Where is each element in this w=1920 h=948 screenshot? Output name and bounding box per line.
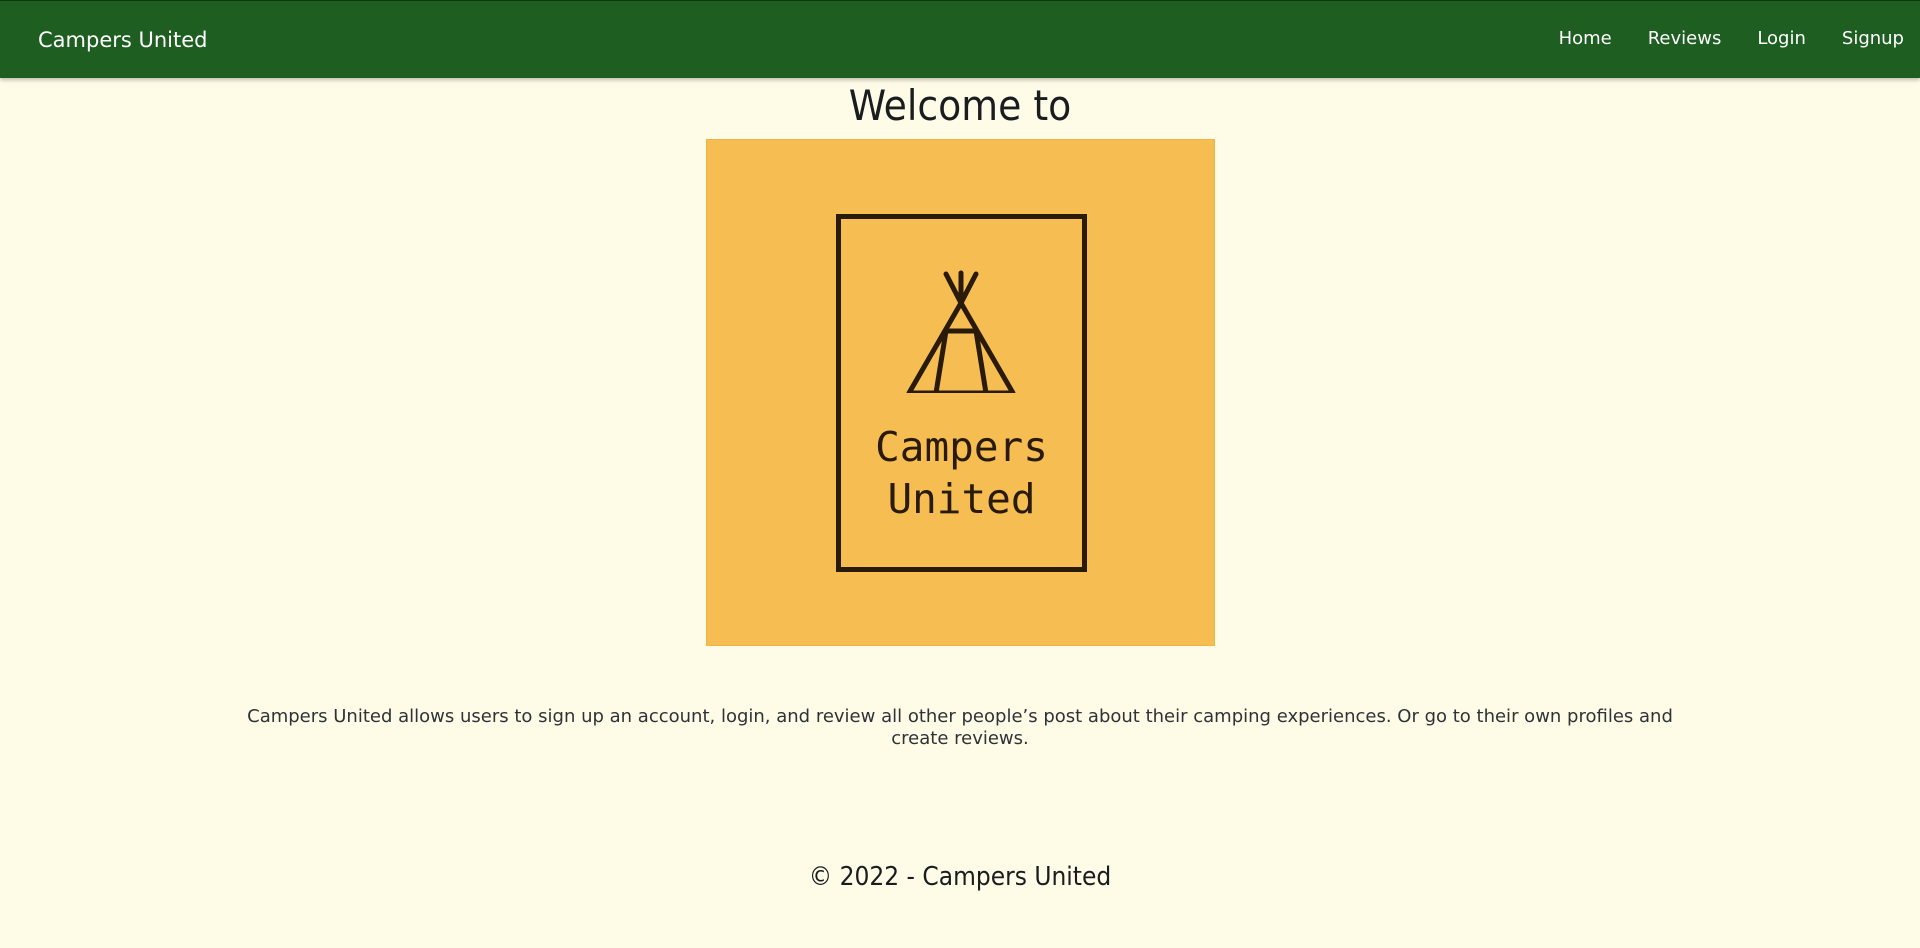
- nav-links: Home Reviews Login Signup: [1541, 27, 1904, 51]
- logo-text-line2: United: [887, 475, 1036, 523]
- nav-link-reviews[interactable]: Reviews: [1630, 27, 1740, 51]
- nav-link-login[interactable]: Login: [1739, 27, 1824, 51]
- logo-text-line1: Campers: [875, 423, 1048, 471]
- teepee-icon: [906, 270, 1016, 393]
- logo-frame: Campers United: [836, 214, 1087, 572]
- nav-link-home[interactable]: Home: [1541, 27, 1630, 51]
- brand-link[interactable]: Campers United: [38, 26, 208, 54]
- site-description: Campers United allows users to sign up a…: [247, 706, 1673, 749]
- logo-image: Campers United: [706, 139, 1215, 646]
- nav-link-signup[interactable]: Signup: [1824, 27, 1904, 51]
- navbar: Campers United Home Reviews Login Signup: [0, 0, 1920, 78]
- footer-copyright: © 2022 - Campers United: [808, 862, 1112, 892]
- page-heading: Welcome to: [848, 81, 1072, 130]
